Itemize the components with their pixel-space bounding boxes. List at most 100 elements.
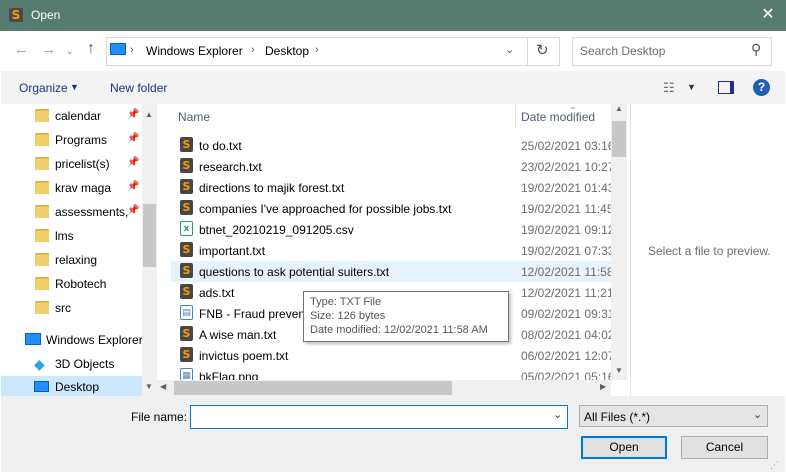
sublime-text-icon: S (180, 263, 193, 278)
csv-file-icon: x (180, 221, 193, 236)
preview-pane-icon[interactable] (718, 81, 734, 94)
pin-icon: 📌 (127, 109, 140, 120)
file-name-dropdown-chevron-icon[interactable]: ⌄ (553, 408, 562, 421)
scroll-right-arrow-icon[interactable]: ▶ (600, 382, 606, 391)
scroll-down-arrow-icon[interactable]: ▼ (145, 382, 153, 391)
horizontal-scroll-thumb[interactable] (174, 381, 452, 395)
folder-icon (35, 157, 49, 170)
search-icon[interactable]: ⚲ (751, 41, 761, 58)
view-options-chevron-icon[interactable]: ▼ (687, 82, 696, 92)
cancel-button[interactable]: Cancel (681, 436, 768, 459)
nav-scroll-thumb[interactable] (143, 204, 156, 267)
nav-item-pricelists[interactable]: pricelist(s) 📌 (1, 153, 141, 175)
file-row[interactable]: Simportant.txt 19/02/2021 07:33 (171, 240, 611, 261)
nav-item-lms[interactable]: lms (1, 225, 141, 247)
column-divider (515, 104, 516, 129)
preview-placeholder: Select a file to preview. (648, 244, 771, 258)
breadcrumb-separator: › (315, 44, 319, 56)
file-row[interactable]: Sinvictus poem.txt 06/02/2021 12:07 (171, 345, 611, 366)
pdf-file-icon: ▤ (180, 305, 193, 320)
nav-item-src[interactable]: src (1, 297, 141, 319)
file-list-scroll-thumb[interactable] (612, 121, 626, 157)
file-type-filter-value: All Files (*.*) (584, 410, 651, 424)
pin-icon: 📌 (127, 157, 140, 168)
breadcrumb-desktop[interactable]: Desktop (265, 44, 309, 58)
nav-item-3d-objects[interactable]: ◆ 3D Objects (1, 353, 141, 375)
folder-icon (35, 253, 49, 266)
breadcrumb-separator: › (251, 44, 255, 56)
sublime-text-icon: S (180, 179, 193, 194)
sublime-text-icon: S (180, 200, 193, 215)
image-file-icon: ▦ (180, 368, 193, 380)
folder-icon (35, 133, 49, 146)
resize-grip-icon[interactable]: ⋰ (770, 460, 779, 471)
file-row[interactable]: x btnet_20210219_091205.csv 19/02/2021 09:… (171, 219, 611, 240)
close-button[interactable]: ✕ (756, 5, 780, 27)
desktop-icon (34, 381, 49, 392)
nav-item-krav-maga[interactable]: krav maga 📌 (1, 177, 141, 199)
scroll-up-arrow-icon[interactable]: ▲ (145, 110, 153, 119)
nav-item-relaxing[interactable]: relaxing (1, 249, 141, 271)
sublime-text-icon: S (180, 158, 193, 173)
column-header-name[interactable]: Name (178, 110, 210, 124)
file-row[interactable]: Scompanies I've approached for possible … (171, 198, 611, 219)
nav-item-windows-explorer[interactable]: Windows Explorer (1, 329, 143, 351)
sublime-text-icon: S (180, 284, 193, 299)
refresh-icon[interactable]: ↻ (536, 41, 549, 59)
column-header-date-modified[interactable]: Date modified (521, 110, 595, 124)
folder-icon (35, 277, 49, 290)
folder-icon (35, 109, 49, 122)
navigation-pane: calendar 📌 Programs 📌 pricelist(s) 📌 krav m… (1, 104, 143, 398)
address-dropdown-chevron-icon[interactable]: ⌄ (505, 43, 514, 56)
sublime-text-icon: S (180, 326, 193, 341)
folder-icon (35, 205, 49, 218)
up-arrow-icon[interactable]: ↑ (87, 40, 95, 58)
pin-icon: 📌 (127, 181, 140, 192)
folder-icon (35, 301, 49, 314)
sublime-text-icon: S (180, 347, 193, 362)
pin-icon: 📌 (127, 133, 140, 144)
file-row[interactable]: Sto do.txt 25/02/2021 03:16 (171, 135, 611, 156)
sublime-text-icon: S (180, 137, 193, 152)
help-icon[interactable]: ? (753, 79, 770, 96)
nav-item-calendar[interactable]: calendar 📌 (1, 105, 141, 127)
window-title: Open (31, 8, 61, 22)
open-button[interactable]: Open (581, 436, 667, 459)
scroll-down-arrow-icon[interactable]: ▼ (615, 366, 623, 375)
recent-locations-chevron-icon[interactable]: ⌄ (66, 46, 74, 57)
view-options-icon[interactable]: ☷ (663, 80, 675, 96)
breadcrumb-separator: › (130, 44, 134, 56)
file-name-label: File name: (131, 410, 188, 424)
back-arrow-icon[interactable]: ← (14, 41, 29, 58)
pin-icon: 📌 (127, 205, 140, 216)
file-row[interactable]: Sresearch.txt 23/02/2021 10:27 (171, 156, 611, 177)
search-placeholder: Search Desktop (580, 44, 666, 58)
file-name-input[interactable] (190, 405, 568, 429)
sort-chevron-icon: ⌄ (569, 104, 577, 111)
organize-chevron-icon[interactable]: ▼ (70, 82, 79, 92)
sublime-text-icon: S (180, 242, 193, 257)
sublime-text-icon: S (9, 8, 23, 22)
scroll-up-arrow-icon[interactable]: ▲ (615, 104, 623, 113)
file-row-hovered[interactable]: Squestions to ask potential suiters.txt 1… (171, 261, 611, 282)
folder-icon (35, 181, 49, 194)
organize-button[interactable]: Organize (19, 81, 68, 95)
address-divider (527, 37, 528, 66)
new-folder-button[interactable]: New folder (110, 81, 167, 95)
scroll-left-arrow-icon[interactable]: ◀ (160, 382, 166, 391)
file-row[interactable]: ▦ bkFlag.png 05/02/2021 05:16 (171, 366, 611, 380)
nav-item-desktop[interactable]: Desktop (1, 376, 142, 398)
3d-objects-icon: ◆ (34, 356, 45, 372)
tooltip-size: Size: 126 bytes (310, 310, 386, 322)
forward-arrow-icon[interactable]: → (41, 41, 56, 58)
nav-item-programs[interactable]: Programs 📌 (1, 129, 141, 151)
filter-chevron-icon[interactable]: ⌄ (753, 408, 762, 421)
file-row[interactable]: Sdirections to majik forest.txt 19/02/202… (171, 177, 611, 198)
title-bar (0, 0, 786, 31)
tooltip-date-modified: Date modified: 12/02/2021 11:58 AM (310, 324, 488, 336)
computer-icon (110, 43, 126, 55)
computer-icon (25, 333, 41, 345)
breadcrumb-windows-explorer[interactable]: Windows Explorer (146, 44, 243, 58)
nav-item-assessments[interactable]: assessments, 📌 (1, 201, 141, 223)
nav-item-robotech[interactable]: Robotech (1, 273, 141, 295)
